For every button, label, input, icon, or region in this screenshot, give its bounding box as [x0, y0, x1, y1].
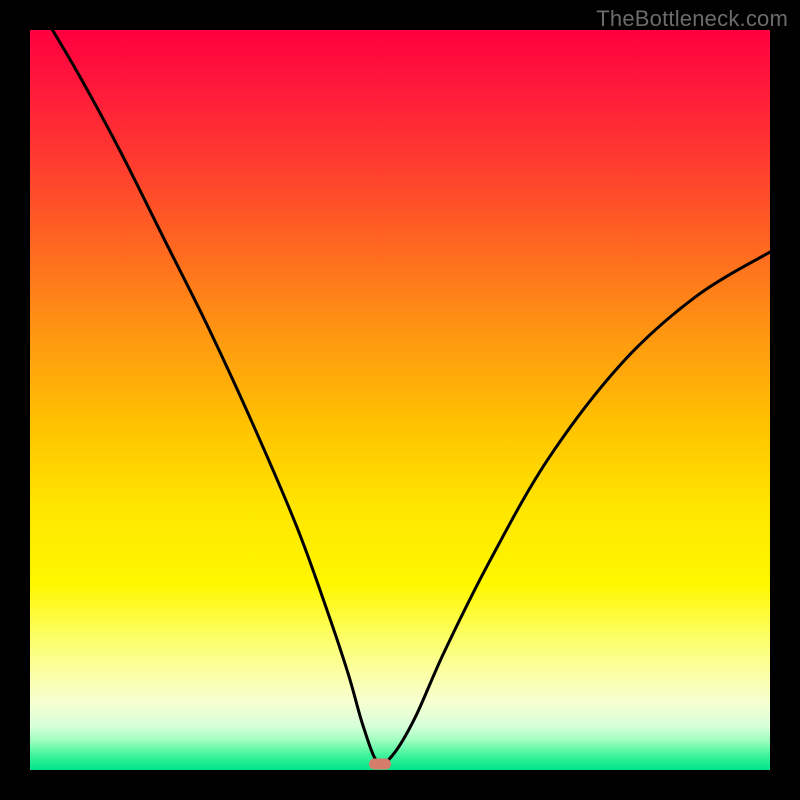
minimum-marker [369, 759, 391, 770]
chart-frame: TheBottleneck.com [0, 0, 800, 800]
plot-area [30, 30, 770, 770]
background-gradient [30, 30, 770, 770]
watermark-text: TheBottleneck.com [596, 6, 788, 32]
